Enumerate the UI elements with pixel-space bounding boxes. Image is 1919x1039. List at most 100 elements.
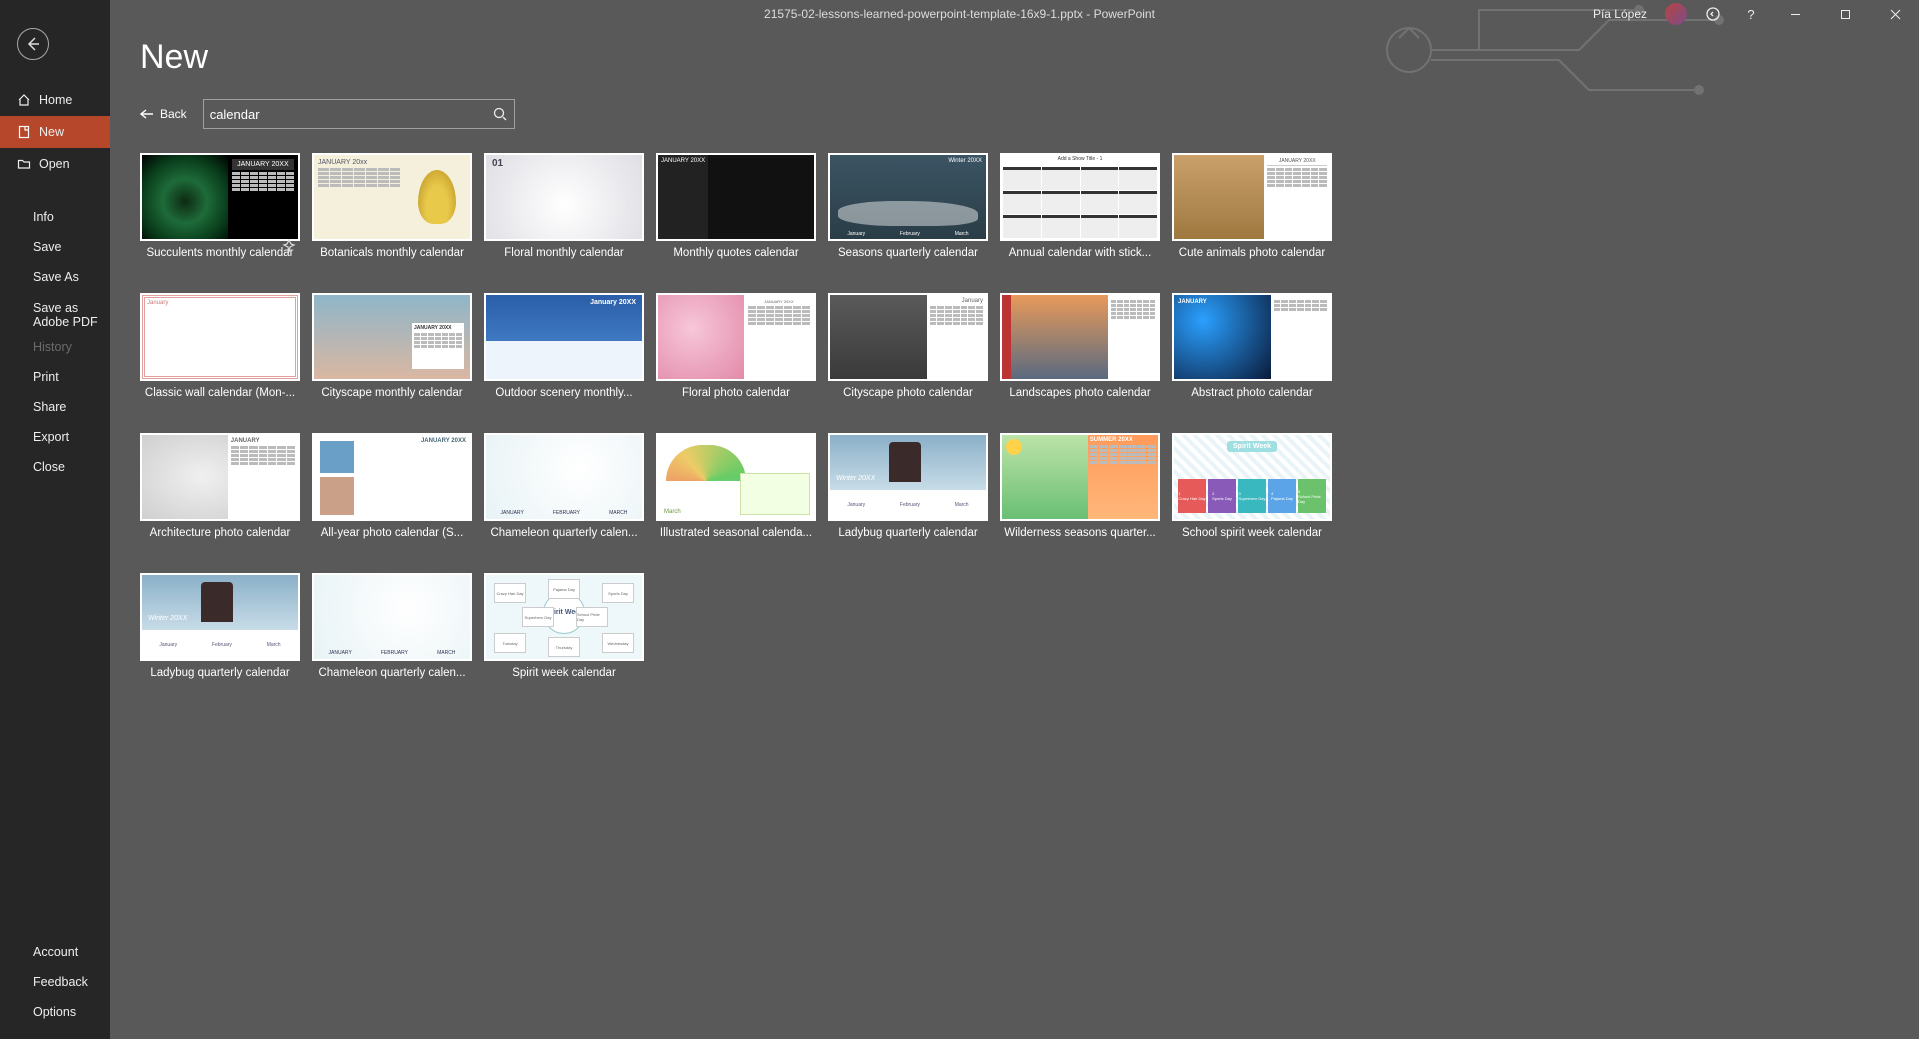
search-back-label: Back — [160, 107, 187, 121]
template-thumbnail: Spirit Week1Crazy Hair Day2Sports Day3Su… — [1172, 433, 1332, 521]
template-thumbnail: Winter 20XXJanuaryFebruaryMarch — [140, 573, 300, 661]
template-thumbnail: Winter 20XXJanuaryFebruaryMarch — [828, 153, 988, 241]
nav-new-label: New — [39, 125, 64, 139]
template-label: Monthly quotes calendar — [656, 247, 816, 259]
new-icon — [17, 125, 31, 139]
template-thumbnail: JANUARY 20XX — [656, 153, 816, 241]
template-thumbnail: SUMMER 20XX — [1000, 433, 1160, 521]
nav-home[interactable]: Home — [0, 84, 110, 116]
nav-home-label: Home — [39, 93, 72, 107]
notifications-icon[interactable] — [1701, 2, 1725, 26]
template-thumbnail: JANUARY 20XX — [312, 433, 472, 521]
nav-new[interactable]: New — [0, 116, 110, 148]
template-card[interactable]: JANUARY 20XX Succulents monthly calendar — [140, 153, 300, 259]
template-label: Ladybug quarterly calendar — [828, 527, 988, 539]
username-label: Pía López — [1593, 7, 1647, 21]
nav-share[interactable]: Share — [0, 392, 110, 422]
open-icon — [17, 157, 31, 171]
template-card[interactable]: March Illustrated seasonal calenda... — [656, 433, 816, 539]
nav-close[interactable]: Close — [0, 452, 110, 482]
template-card[interactable]: 01 Floral monthly calendar — [484, 153, 644, 259]
nav-open[interactable]: Open — [0, 148, 110, 180]
template-label: All-year photo calendar (S... — [312, 527, 472, 539]
search-back-link[interactable]: Back — [140, 107, 187, 121]
user-avatar[interactable] — [1665, 3, 1687, 25]
template-thumbnail: JANUARYFEBRUARYMARCH — [484, 433, 644, 521]
template-card[interactable]: Winter 20XXJanuaryFebruaryMarch Ladybug … — [828, 433, 988, 539]
nav-info[interactable]: Info — [0, 202, 110, 232]
template-label: Architecture photo calendar — [140, 527, 300, 539]
template-card[interactable]: JANUARY 20XX All-year photo calendar (S.… — [312, 433, 472, 539]
template-thumbnail: JANUARY — [1172, 293, 1332, 381]
template-card[interactable]: January 20XX Outdoor scenery monthly... — [484, 293, 644, 399]
template-label: Chameleon quarterly calen... — [312, 667, 472, 679]
template-card[interactable]: JANUARY 20XX Floral photo calendar — [656, 293, 816, 399]
template-label: Outdoor scenery monthly... — [484, 387, 644, 399]
template-label: Spirit week calendar — [484, 667, 644, 679]
template-card[interactable]: January Cityscape photo calendar — [828, 293, 988, 399]
document-title: 21575-02-lessons-learned-powerpoint-temp… — [764, 7, 1155, 21]
template-label: School spirit week calendar — [1172, 527, 1332, 539]
template-card[interactable]: JANUARY 20XX Monthly quotes calendar — [656, 153, 816, 259]
template-thumbnail: January 20XX — [484, 293, 644, 381]
maximize-button[interactable] — [1827, 0, 1863, 28]
template-thumbnail: Add a Show Title - 1 — [1000, 153, 1160, 241]
template-card[interactable]: Winter 20XXJanuaryFebruaryMarch Ladybug … — [140, 573, 300, 679]
nav-account[interactable]: Account — [0, 937, 110, 967]
search-button[interactable] — [486, 100, 514, 128]
nav-save[interactable]: Save — [0, 232, 110, 262]
help-icon[interactable]: ? — [1739, 2, 1763, 26]
close-window-button[interactable] — [1877, 0, 1913, 28]
template-label: Floral photo calendar — [656, 387, 816, 399]
template-card[interactable]: SUMMER 20XX Wilderness seasons quarter..… — [1000, 433, 1160, 539]
template-label: Chameleon quarterly calen... — [484, 527, 644, 539]
nav-save-adobe-pdf[interactable]: Save as Adobe PDF — [0, 292, 110, 332]
template-thumbnail: JANUARY — [140, 433, 300, 521]
template-label: Cute animals photo calendar — [1172, 247, 1332, 259]
arrow-left-icon — [140, 109, 154, 119]
template-label: Seasons quarterly calendar — [828, 247, 988, 259]
nav-print[interactable]: Print — [0, 362, 110, 392]
pin-icon[interactable] — [282, 239, 300, 257]
back-button[interactable] — [17, 28, 49, 60]
template-grid: JANUARY 20XX Succulents monthly calendar… — [140, 153, 1889, 679]
template-card[interactable]: Spirit WeekCrazy Hair DaySports DayTuesd… — [484, 573, 644, 679]
template-card[interactable]: JANUARYFEBRUARYMARCH Chameleon quarterly… — [484, 433, 644, 539]
template-card[interactable]: JANUARY Architecture photo calendar — [140, 433, 300, 539]
template-card[interactable]: JANUARY 20XX Cute animals photo calendar — [1172, 153, 1332, 259]
minimize-button[interactable] — [1777, 0, 1813, 28]
template-card[interactable]: Landscapes photo calendar — [1000, 293, 1160, 399]
template-card[interactable]: Add a Show Title - 1 Annual calendar wit… — [1000, 153, 1160, 259]
template-thumbnail: JANUARY 20XX — [312, 293, 472, 381]
template-card[interactable]: JANUARY 20xx Botanicals monthly calendar — [312, 153, 472, 259]
template-search-input[interactable] — [210, 100, 488, 128]
template-label: Floral monthly calendar — [484, 247, 644, 259]
template-thumbnail: JANUARY 20XX — [1172, 153, 1332, 241]
nav-feedback[interactable]: Feedback — [0, 967, 110, 997]
page-title: New — [140, 38, 1889, 77]
template-search-box[interactable] — [203, 99, 515, 129]
nav-options[interactable]: Options — [0, 997, 110, 1027]
template-thumbnail: JANUARY 20XX — [140, 153, 300, 241]
search-icon — [493, 107, 507, 121]
template-label: Classic wall calendar (Mon-... — [140, 387, 300, 399]
template-label: Cityscape photo calendar — [828, 387, 988, 399]
template-label: Ladybug quarterly calendar — [140, 667, 300, 679]
template-thumbnail: Spirit WeekCrazy Hair DaySports DayTuesd… — [484, 573, 644, 661]
template-thumbnail: March — [656, 433, 816, 521]
nav-export[interactable]: Export — [0, 422, 110, 452]
template-card[interactable]: January Classic wall calendar (Mon-... — [140, 293, 300, 399]
template-label: Succulents monthly calendar — [140, 247, 300, 259]
template-card[interactable]: Winter 20XXJanuaryFebruaryMarch Seasons … — [828, 153, 988, 259]
template-thumbnail — [1000, 293, 1160, 381]
template-thumbnail: 01 — [484, 153, 644, 241]
template-thumbnail: January — [140, 293, 300, 381]
template-thumbnail: JANUARYFEBRUARYMARCH — [312, 573, 472, 661]
template-card[interactable]: Spirit Week1Crazy Hair Day2Sports Day3Su… — [1172, 433, 1332, 539]
template-label: Botanicals monthly calendar — [312, 247, 472, 259]
nav-save-as[interactable]: Save As — [0, 262, 110, 292]
template-card[interactable]: JANUARYFEBRUARYMARCH Chameleon quarterly… — [312, 573, 472, 679]
template-card[interactable]: JANUARY 20XX Cityscape monthly calendar — [312, 293, 472, 399]
template-thumbnail: JANUARY 20xx — [312, 153, 472, 241]
template-card[interactable]: JANUARY Abstract photo calendar — [1172, 293, 1332, 399]
